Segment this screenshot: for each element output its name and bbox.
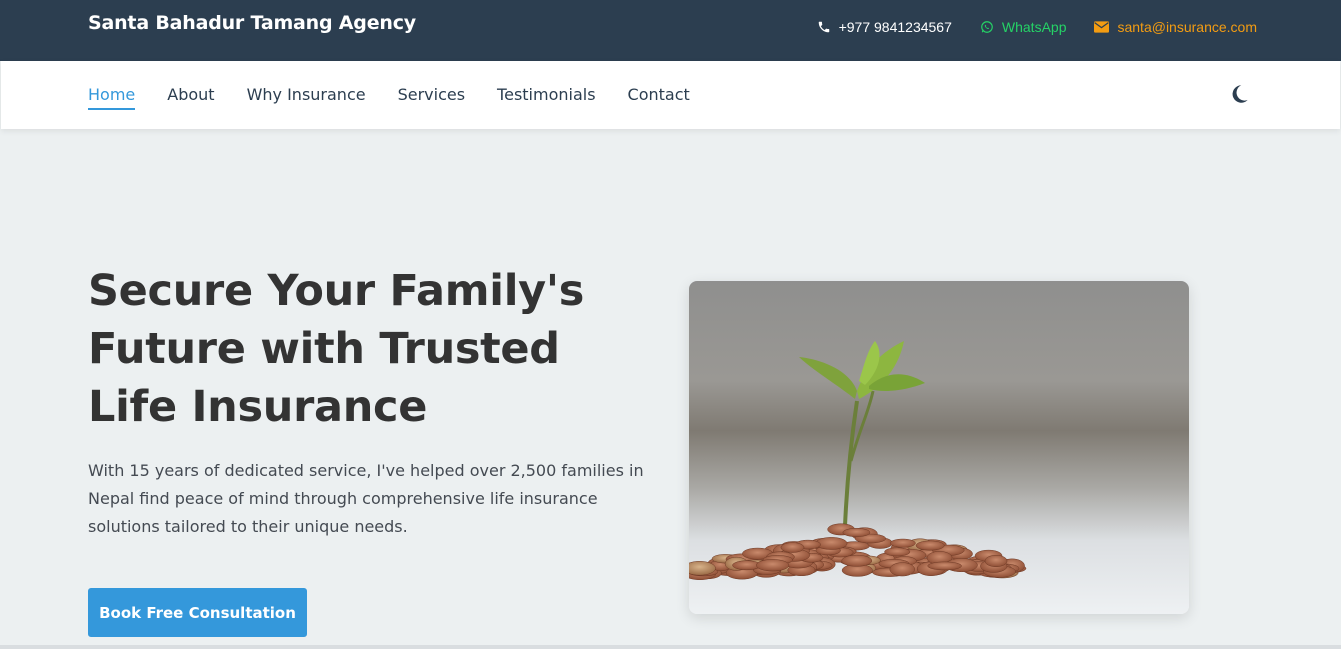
hero-image xyxy=(689,281,1189,614)
nav-links: Home About Why Insurance Services Testim… xyxy=(88,85,690,110)
book-consultation-button[interactable]: Book Free Consultation xyxy=(88,588,307,637)
nav-item-home[interactable]: Home xyxy=(88,85,136,110)
phone-number: +977 9841234567 xyxy=(838,19,952,35)
nav-item-testimonials[interactable]: Testimonials xyxy=(497,85,596,108)
coin xyxy=(842,528,871,537)
coin xyxy=(915,540,945,551)
coin xyxy=(927,561,962,571)
nav-item-about[interactable]: About xyxy=(167,85,214,108)
coin xyxy=(756,559,790,572)
nav-item-why-insurance[interactable]: Why Insurance xyxy=(247,85,366,108)
email-address: santa@insurance.com xyxy=(1117,19,1257,35)
page-bottom-divider xyxy=(0,645,1341,649)
plant-coins-illustration xyxy=(689,281,1189,614)
email-link[interactable]: santa@insurance.com xyxy=(1094,19,1257,35)
main-navbar: Home About Why Insurance Services Testim… xyxy=(1,61,1340,129)
coin xyxy=(689,561,716,576)
phone-icon xyxy=(817,20,831,34)
envelope-icon xyxy=(1094,21,1110,33)
brand-name[interactable]: Santa Bahadur Tamang Agency xyxy=(88,12,416,34)
contact-links: +977 9841234567 WhatsApp santa@insurance… xyxy=(817,19,1257,35)
coin xyxy=(841,554,873,567)
top-bar: Santa Bahadur Tamang Agency +977 9841234… xyxy=(0,0,1341,61)
coin xyxy=(889,538,916,548)
coin xyxy=(889,562,915,577)
phone-link[interactable]: +977 9841234567 xyxy=(817,19,952,35)
coin xyxy=(884,547,911,557)
whatsapp-icon xyxy=(980,20,994,34)
coin xyxy=(984,555,1008,567)
nav-item-services[interactable]: Services xyxy=(398,85,465,108)
hero-title: Secure Your Family's Future with Trusted… xyxy=(88,266,585,432)
hero-description: With 15 years of dedicated service, I've… xyxy=(88,461,644,536)
coin xyxy=(780,542,805,553)
whatsapp-label: WhatsApp xyxy=(1001,19,1067,35)
nav-item-contact[interactable]: Contact xyxy=(628,85,690,108)
theme-toggle-button[interactable] xyxy=(1228,83,1250,105)
whatsapp-link[interactable]: WhatsApp xyxy=(980,19,1067,35)
moon-icon xyxy=(1228,85,1250,109)
